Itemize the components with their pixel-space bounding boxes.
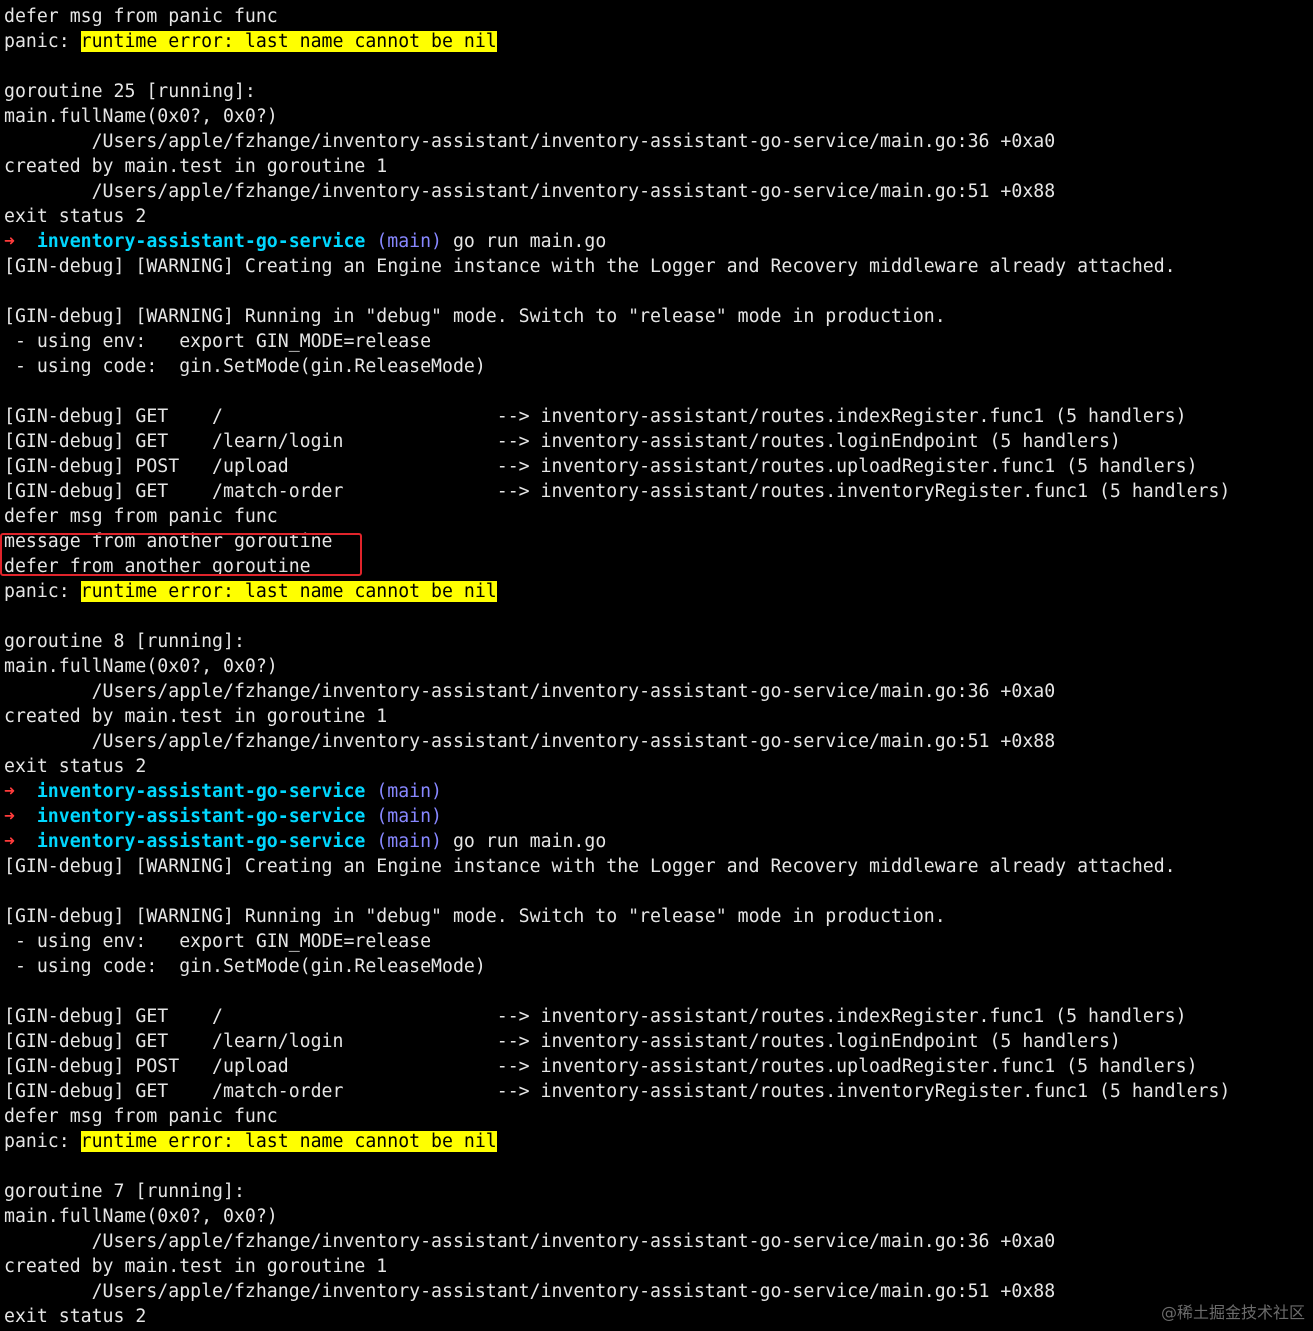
terminal-line: [GIN-debug] [WARNING] Running in "debug"… <box>4 306 946 327</box>
panic-prefix: panic: <box>4 31 81 52</box>
terminal-output[interactable]: defer msg from panic func panic: runtime … <box>0 0 1313 1331</box>
shell-prompt-line: ➜ inventory-assistant-go-service (main) <box>4 779 1313 804</box>
panic-message-highlight: runtime error: last name cannot be nil <box>80 581 497 602</box>
prompt-command: go run main.go <box>452 231 607 252</box>
prompt-arrow-icon: ➜ <box>4 831 15 852</box>
terminal-line: [GIN-debug] GET /learn/login --> invento… <box>4 431 1121 452</box>
terminal-line: defer msg from panic func <box>4 1106 278 1127</box>
prompt-git-branch: (main) <box>376 231 443 252</box>
terminal-line: /Users/apple/fzhange/inventory-assistant… <box>4 1281 1056 1302</box>
watermark: @稀土掘金技术社区 <box>1160 1303 1305 1322</box>
terminal-line: [GIN-debug] [WARNING] Running in "debug"… <box>4 906 946 927</box>
prompt-git-branch: (main) <box>376 781 443 802</box>
terminal-line: [GIN-debug] GET /match-order --> invento… <box>4 1081 1231 1102</box>
terminal-line: - using env: export GIN_MODE=release <box>4 931 432 952</box>
panic-line: panic: runtime error: last name cannot b… <box>4 1129 1313 1154</box>
prompt-directory: inventory-assistant-go-service <box>36 831 366 852</box>
terminal-line: /Users/apple/fzhange/inventory-assistant… <box>4 181 1056 202</box>
prompt-directory: inventory-assistant-go-service <box>36 806 366 827</box>
terminal-line: [GIN-debug] POST /upload --> inventory-a… <box>4 456 1198 477</box>
terminal-line: exit status 2 <box>4 1306 147 1327</box>
panic-message-highlight: runtime error: last name cannot be nil <box>80 31 497 52</box>
terminal-line: exit status 2 <box>4 206 147 227</box>
terminal-line: [GIN-debug] [WARNING] Creating an Engine… <box>4 856 1176 877</box>
terminal-line: exit status 2 <box>4 756 147 777</box>
terminal-line: [GIN-debug] GET /learn/login --> invento… <box>4 1031 1121 1052</box>
panic-line: panic: runtime error: last name cannot b… <box>4 29 1313 54</box>
terminal-line: created by main.test in goroutine 1 <box>4 706 388 727</box>
prompt-git-branch: (main) <box>376 806 443 827</box>
terminal-line: main.fullName(0x0?, 0x0?) <box>4 656 278 677</box>
terminal-line: goroutine 8 [running]: <box>4 631 245 652</box>
panic-message-highlight: runtime error: last name cannot be nil <box>80 1131 497 1152</box>
terminal-line: /Users/apple/fzhange/inventory-assistant… <box>4 731 1056 752</box>
panic-prefix: panic: <box>4 581 81 602</box>
terminal-line: /Users/apple/fzhange/inventory-assistant… <box>4 131 1056 152</box>
terminal-line: created by main.test in goroutine 1 <box>4 156 388 177</box>
terminal-line: - using env: export GIN_MODE=release <box>4 331 432 352</box>
terminal-line: created by main.test in goroutine 1 <box>4 1256 388 1277</box>
prompt-arrow-icon: ➜ <box>4 231 15 252</box>
terminal-line: /Users/apple/fzhange/inventory-assistant… <box>4 1231 1056 1252</box>
prompt-arrow-icon: ➜ <box>4 806 15 827</box>
terminal-line: defer msg from panic func <box>4 506 278 527</box>
terminal-line: goroutine 7 [running]: <box>4 1181 245 1202</box>
prompt-arrow-icon: ➜ <box>4 781 15 802</box>
terminal-line: /Users/apple/fzhange/inventory-assistant… <box>4 681 1056 702</box>
shell-prompt-line: ➜ inventory-assistant-go-service (main) <box>4 804 1313 829</box>
terminal-line: [GIN-debug] GET /match-order --> invento… <box>4 481 1231 502</box>
terminal-line: main.fullName(0x0?, 0x0?) <box>4 106 278 127</box>
terminal-line: defer msg from panic func <box>4 6 278 27</box>
terminal-line: [GIN-debug] POST /upload --> inventory-a… <box>4 1056 1198 1077</box>
panic-prefix: panic: <box>4 1131 81 1152</box>
terminal-line: goroutine 25 [running]: <box>4 81 256 102</box>
prompt-git-branch: (main) <box>376 831 443 852</box>
prompt-command: go run main.go <box>452 831 607 852</box>
terminal-line: - using code: gin.SetMode(gin.ReleaseMod… <box>4 956 486 977</box>
terminal-line: [GIN-debug] GET / --> inventory-assistan… <box>4 1006 1187 1027</box>
terminal-line: main.fullName(0x0?, 0x0?) <box>4 1206 278 1227</box>
terminal-line: [GIN-debug] GET / --> inventory-assistan… <box>4 406 1187 427</box>
prompt-directory: inventory-assistant-go-service <box>36 781 366 802</box>
shell-prompt-line: ➜ inventory-assistant-go-service (main) … <box>4 229 1313 254</box>
shell-prompt-line: ➜ inventory-assistant-go-service (main) … <box>4 829 1313 854</box>
terminal-line: - using code: gin.SetMode(gin.ReleaseMod… <box>4 356 486 377</box>
panic-line: panic: runtime error: last name cannot b… <box>4 579 1313 604</box>
highlight-annotation-box <box>0 533 362 576</box>
prompt-directory: inventory-assistant-go-service <box>36 231 366 252</box>
terminal-line: [GIN-debug] [WARNING] Creating an Engine… <box>4 256 1176 277</box>
